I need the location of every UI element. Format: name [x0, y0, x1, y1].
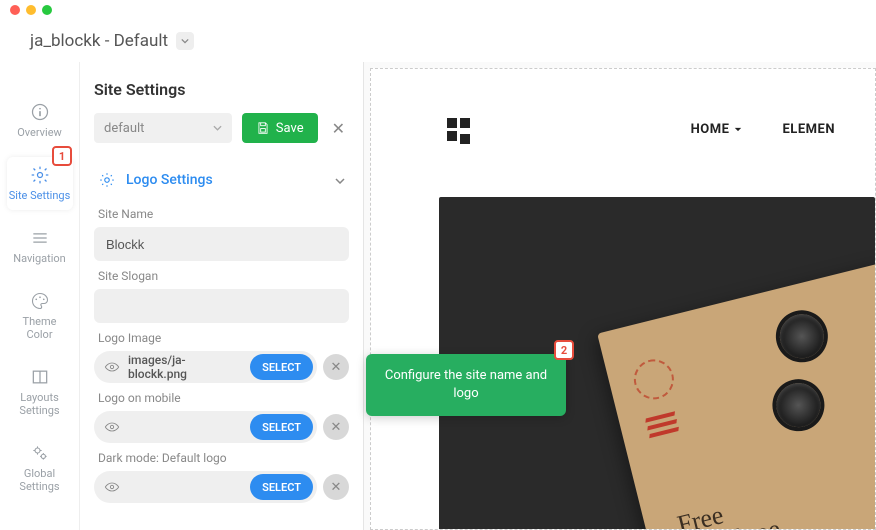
grommet-icon	[772, 379, 825, 432]
logo-image-label: Logo Image	[98, 331, 349, 345]
save-icon	[256, 121, 270, 135]
caret-down-icon	[734, 127, 742, 132]
site-slogan-input[interactable]	[94, 289, 349, 323]
settings-panel: Site Settings default Save ✕ Logo Settin…	[80, 62, 364, 530]
site-slogan-label: Site Slogan	[98, 269, 349, 283]
collapse-icon	[335, 174, 345, 187]
titlebar: ja_blockk - Default	[0, 20, 876, 62]
annotation-1: 1	[52, 146, 72, 166]
clear-logo-button[interactable]: ✕	[323, 354, 349, 380]
grommet-icon	[775, 310, 828, 363]
eye-icon[interactable]	[104, 359, 120, 375]
nav-home[interactable]: HOME	[691, 122, 743, 137]
info-icon	[30, 102, 50, 122]
logo-image-field: images/ja-blockk.png SELECT	[94, 351, 317, 383]
sidebar-item-overview[interactable]: Overview	[7, 94, 73, 147]
save-button[interactable]: Save	[242, 113, 318, 143]
eye-icon[interactable]	[104, 419, 120, 435]
palette-icon	[30, 291, 50, 311]
sidebar-item-label: Theme Color	[9, 315, 71, 341]
site-logo[interactable]	[447, 118, 470, 141]
save-label: Save	[276, 121, 304, 136]
chevron-down-icon	[213, 125, 222, 131]
logo-mobile-label: Logo on mobile	[98, 391, 349, 405]
dark-logo-field: SELECT	[94, 471, 317, 503]
annotation-tooltip: Configure the site name and logo	[366, 354, 566, 416]
select-dark-logo-button[interactable]: SELECT	[250, 474, 313, 500]
panel-heading: Site Settings	[94, 80, 349, 99]
stamp-icon	[630, 355, 678, 403]
settings-section-icon	[98, 171, 116, 189]
sidebar-item-label: Global Settings	[9, 467, 71, 493]
envelope-text: Free Envelope Mock	[675, 489, 790, 530]
sidebar-item-label: Overview	[17, 126, 62, 139]
close-button[interactable]: ✕	[328, 115, 349, 142]
window-chrome	[0, 0, 876, 20]
sidebar-item-layouts-settings[interactable]: Layouts Settings	[7, 359, 73, 425]
logo-image-value: images/ja-blockk.png	[128, 353, 242, 381]
section-title: Logo Settings	[126, 172, 213, 188]
preset-value: default	[104, 121, 144, 136]
annotation-2: 2	[554, 340, 574, 360]
minimize-dot[interactable]	[26, 5, 36, 15]
preview-header: HOME ELEMEN	[371, 99, 875, 159]
sidebar: Overview Site Settings Navigation Theme …	[0, 62, 80, 530]
eye-icon[interactable]	[104, 479, 120, 495]
sidebar-item-label: Navigation	[13, 252, 66, 265]
preview-nav: HOME ELEMEN	[691, 122, 835, 137]
chevron-down-icon	[181, 38, 189, 44]
dark-logo-label: Dark mode: Default logo	[98, 451, 349, 465]
sidebar-item-navigation[interactable]: Navigation	[7, 220, 73, 273]
site-name-label: Site Name	[98, 207, 349, 221]
sidebar-item-theme-color[interactable]: Theme Color	[7, 283, 73, 349]
preset-select[interactable]: default	[94, 113, 232, 143]
stripes-icon	[645, 411, 679, 438]
nav-elements[interactable]: ELEMEN	[782, 122, 835, 137]
close-dot[interactable]	[10, 5, 20, 15]
template-title: ja_blockk - Default	[30, 31, 168, 51]
sidebar-item-label: Layouts Settings	[9, 391, 71, 417]
gear-icon	[30, 165, 50, 185]
clear-dark-logo-button[interactable]: ✕	[323, 474, 349, 500]
sidebar-item-global-settings[interactable]: Global Settings	[7, 435, 73, 501]
menu-icon	[30, 228, 50, 248]
layout-icon	[30, 367, 50, 387]
site-name-input[interactable]	[94, 227, 349, 261]
select-mobile-logo-button[interactable]: SELECT	[250, 414, 313, 440]
clear-mobile-logo-button[interactable]: ✕	[323, 414, 349, 440]
preview-pane: HOME ELEMEN Free Envelope Mock	[364, 62, 876, 530]
preview-frame: HOME ELEMEN Free Envelope Mock	[370, 68, 876, 530]
maximize-dot[interactable]	[42, 5, 52, 15]
envelope-mockup: Free Envelope Mock	[597, 261, 875, 530]
gears-icon	[30, 443, 50, 463]
logo-mobile-field: SELECT	[94, 411, 317, 443]
logo-settings-section[interactable]: Logo Settings	[94, 161, 349, 199]
title-dropdown[interactable]	[176, 32, 194, 50]
select-logo-button[interactable]: SELECT	[250, 354, 313, 380]
sidebar-item-label: Site Settings	[9, 189, 71, 202]
